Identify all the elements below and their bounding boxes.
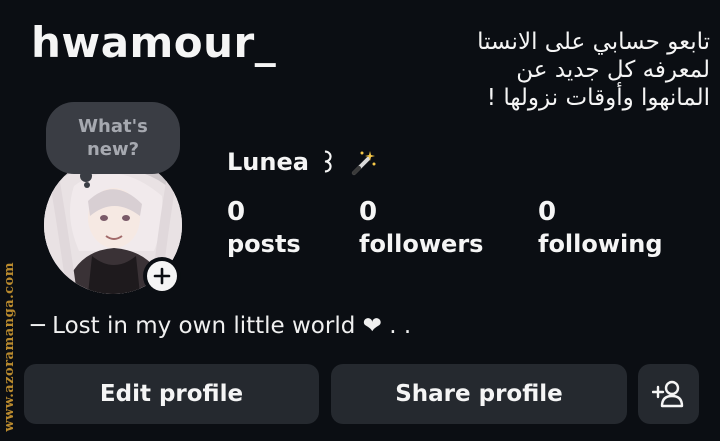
note-bubble-tail: [80, 170, 92, 182]
display-name: Lunea ꒱: [227, 146, 378, 178]
bio-text: ─ Lost in my own little world ❤ . .: [31, 313, 412, 339]
add-story-button[interactable]: [143, 257, 181, 295]
promo-line-2: لمعرفه كل جديد عن: [516, 57, 710, 83]
stat-following[interactable]: 0 following: [538, 197, 663, 258]
posts-count: 0: [227, 197, 246, 227]
posts-label: posts: [227, 230, 301, 258]
note-text: What's new?: [78, 116, 148, 160]
followers-count: 0: [359, 197, 378, 227]
followers-label: followers: [359, 230, 484, 258]
following-label: following: [538, 230, 663, 258]
share-profile-label: Share profile: [395, 381, 563, 407]
magic-wand-icon: [351, 151, 376, 175]
plus-icon: [153, 267, 171, 285]
edit-profile-button[interactable]: Edit profile: [24, 364, 319, 424]
promo-text: تابعو حسابي على الانستا لمعرفه كل جديد ع…: [440, 28, 710, 112]
promo-line-3: المانهوا وأوقات نزولها !: [486, 85, 710, 111]
edit-profile-label: Edit profile: [99, 381, 244, 407]
display-name-suffix: ꒱: [318, 150, 338, 178]
watermark: www.azoramanga.com: [2, 262, 17, 432]
promo-line-1: تابعو حسابي على الانستا: [477, 29, 710, 55]
add-person-icon: [651, 380, 683, 408]
note-bubble[interactable]: What's new?: [46, 102, 180, 174]
stat-followers[interactable]: 0 followers: [359, 197, 483, 258]
discover-people-button[interactable]: [638, 364, 699, 424]
following-count: 0: [538, 197, 557, 227]
stat-posts[interactable]: 0 posts: [227, 197, 301, 258]
share-profile-button[interactable]: Share profile: [331, 364, 627, 424]
profile-username[interactable]: hwamour_: [31, 18, 276, 67]
note-bubble-tail-dot: [84, 182, 90, 188]
display-name-text: Lunea: [227, 148, 309, 176]
